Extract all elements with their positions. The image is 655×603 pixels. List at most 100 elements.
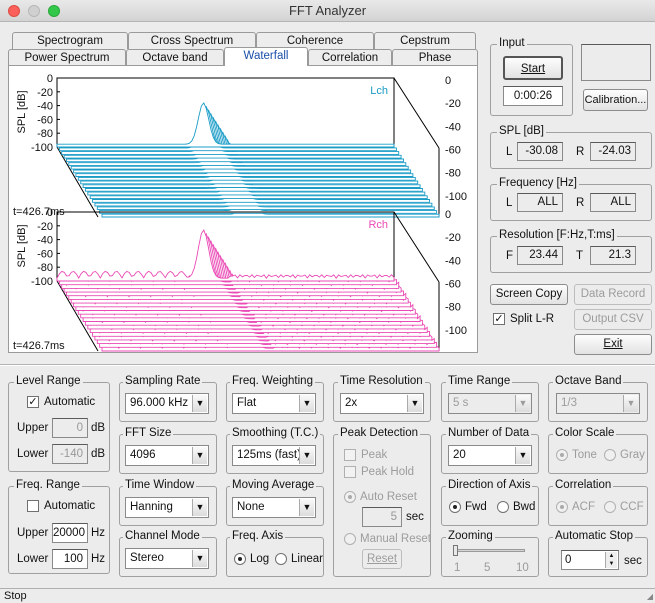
split-lr-checkbox[interactable]: ✓ (493, 313, 505, 325)
channel-label: Lch (370, 85, 388, 97)
auto-reset-radio[interactable] (344, 491, 356, 503)
close-window-button[interactable] (8, 5, 20, 17)
tab-cepstrum[interactable]: Cepstrum (374, 32, 476, 49)
freq-weighting-value: Flat (237, 397, 257, 409)
freq-upper-label: Upper (17, 527, 49, 539)
time-resolution-label: Time Resolution (338, 375, 425, 387)
depth-edge (393, 77, 440, 149)
fft-size-select[interactable]: 4096 ▼ (125, 445, 209, 466)
tab-phase[interactable]: Phase (392, 49, 478, 66)
minimize-window-button[interactable] (28, 5, 40, 17)
correlation-acf-radio[interactable] (556, 501, 568, 513)
color-gray-radio[interactable] (604, 449, 616, 461)
y-tick-label: -40 (37, 235, 53, 247)
automatic-stop-label: Automatic Stop (553, 530, 635, 542)
number-of-data-label: Number of Data (446, 427, 532, 439)
zoom-slider-handle[interactable] (453, 545, 458, 556)
chevron-down-icon: ▼ (192, 499, 207, 516)
level-lower-label: Lower (17, 448, 49, 460)
freq-weighting-select[interactable]: Flat ▼ (232, 393, 316, 414)
y-tick-label: 0 (47, 207, 53, 219)
sampling-rate-select[interactable]: 96.000 kHz ▼ (125, 393, 209, 414)
level-lower-unit: dB (91, 448, 106, 460)
y-tick-label: -100 (31, 276, 53, 288)
output-csv-button[interactable]: Output CSV (574, 309, 652, 330)
number-of-data-select[interactable]: 20 ▼ (448, 445, 532, 466)
octave-band-select[interactable]: 1/3 ▼ (556, 393, 640, 414)
smoothing-select[interactable]: 125ms (fast) ▼ (232, 445, 316, 466)
correlation-ccf-radio[interactable] (604, 501, 616, 513)
time-window-select[interactable]: Hanning ▼ (125, 497, 209, 518)
moving-average-select[interactable]: None ▼ (232, 497, 316, 518)
zoom-tick-10: 10 (516, 562, 529, 574)
y-axis-label: SPL [dB] (16, 224, 28, 267)
auto-reset-label: Auto Reset (360, 491, 417, 503)
channel-mode-value: Stereo (130, 552, 164, 564)
freq-axis-linear-radio[interactable] (275, 553, 287, 565)
time-resolution-select[interactable]: 2x ▼ (340, 393, 424, 414)
fft-size-label: FFT Size (123, 427, 174, 439)
automatic-stop-value: 0 (565, 554, 572, 566)
zoom-window-button[interactable] (48, 5, 60, 17)
spinner-icon[interactable]: ▲ ▼ (605, 552, 617, 568)
level-auto-checkbox[interactable]: ✓ (27, 396, 39, 408)
correlation-acf-label: ACF (572, 501, 595, 513)
depth-tick-label: -80 (445, 302, 461, 314)
number-of-data-value: 20 (453, 449, 466, 461)
freq-upper-input[interactable]: 20000 (52, 523, 88, 543)
time-range-label: Time Range (446, 375, 513, 387)
exit-button-label: Exit (603, 338, 623, 350)
data-record-button[interactable]: Data Record (574, 284, 652, 305)
time-range-value: 5 s (453, 397, 469, 409)
peak-hold-checkbox[interactable] (344, 466, 356, 478)
freq-auto-checkbox[interactable] (27, 500, 39, 512)
freq-lower-input[interactable]: 100 (52, 549, 88, 569)
direction-fwd-radio[interactable] (449, 501, 461, 513)
manual-reset-radio[interactable] (344, 533, 356, 545)
spl-l-value: -30.08 (517, 142, 563, 161)
reset-button[interactable]: Reset (362, 549, 402, 569)
smoothing-value: 125ms (fast) (237, 449, 301, 461)
zoom-slider-track[interactable] (453, 549, 525, 552)
freq-axis-log-radio[interactable] (234, 553, 246, 565)
depth-tick-label: 0 (445, 209, 451, 221)
level-upper-input[interactable]: 0 (52, 418, 88, 438)
tab-waterfall[interactable]: Waterfall (224, 47, 308, 66)
exit-button[interactable]: Exit (574, 334, 652, 355)
screen-copy-button[interactable]: Screen Copy (490, 284, 568, 305)
manual-reset-label: Manual Reset (360, 533, 431, 545)
direction-bwd-radio[interactable] (497, 501, 509, 513)
depth-tick-label: -100 (445, 191, 467, 203)
calibration-button[interactable]: Calibration... (583, 89, 648, 111)
level-auto-label: Automatic (44, 396, 96, 408)
peak-checkbox[interactable] (344, 449, 356, 461)
level-lower-input[interactable]: -140 (52, 444, 88, 464)
fft-size-value: 4096 (130, 449, 156, 461)
resize-grip-icon[interactable]: ◢ (647, 592, 653, 601)
start-button-label: Start (520, 63, 546, 75)
freq-lower-label: Lower (17, 553, 49, 565)
tab-power-spectrum[interactable]: Power Spectrum (8, 49, 126, 66)
time-range-select[interactable]: 5 s ▼ (448, 393, 532, 414)
zoom-tick-5: 5 (484, 562, 491, 574)
y-tick-label: -20 (37, 87, 53, 99)
channel-label: Rch (368, 219, 388, 231)
depth-tick-label: -60 (445, 145, 461, 157)
peak-label: Peak (361, 449, 388, 461)
tab-spectrogram[interactable]: Spectrogram (12, 32, 128, 49)
automatic-stop-input[interactable]: 0 ▲ ▼ (561, 550, 619, 570)
tab-octave-band[interactable]: Octave band (126, 49, 224, 66)
freq-auto-label: Automatic (44, 500, 96, 512)
resolution-f-value: 23.44 (517, 246, 563, 265)
auto-reset-seconds-input[interactable]: 5 (362, 507, 402, 527)
level-range-label: Level Range (14, 375, 83, 387)
zoom-tick-1: 1 (454, 562, 461, 574)
color-tone-radio[interactable] (556, 449, 568, 461)
channel-mode-select[interactable]: Stereo ▼ (125, 548, 209, 569)
correlation-label: Correlation (553, 479, 614, 491)
blank-display (581, 44, 651, 81)
resolution-t-value: 21.3 (590, 246, 636, 265)
depth-tick-label: -40 (445, 255, 461, 267)
start-button[interactable]: Start (503, 56, 563, 80)
tab-correlation[interactable]: Correlation (308, 49, 392, 66)
